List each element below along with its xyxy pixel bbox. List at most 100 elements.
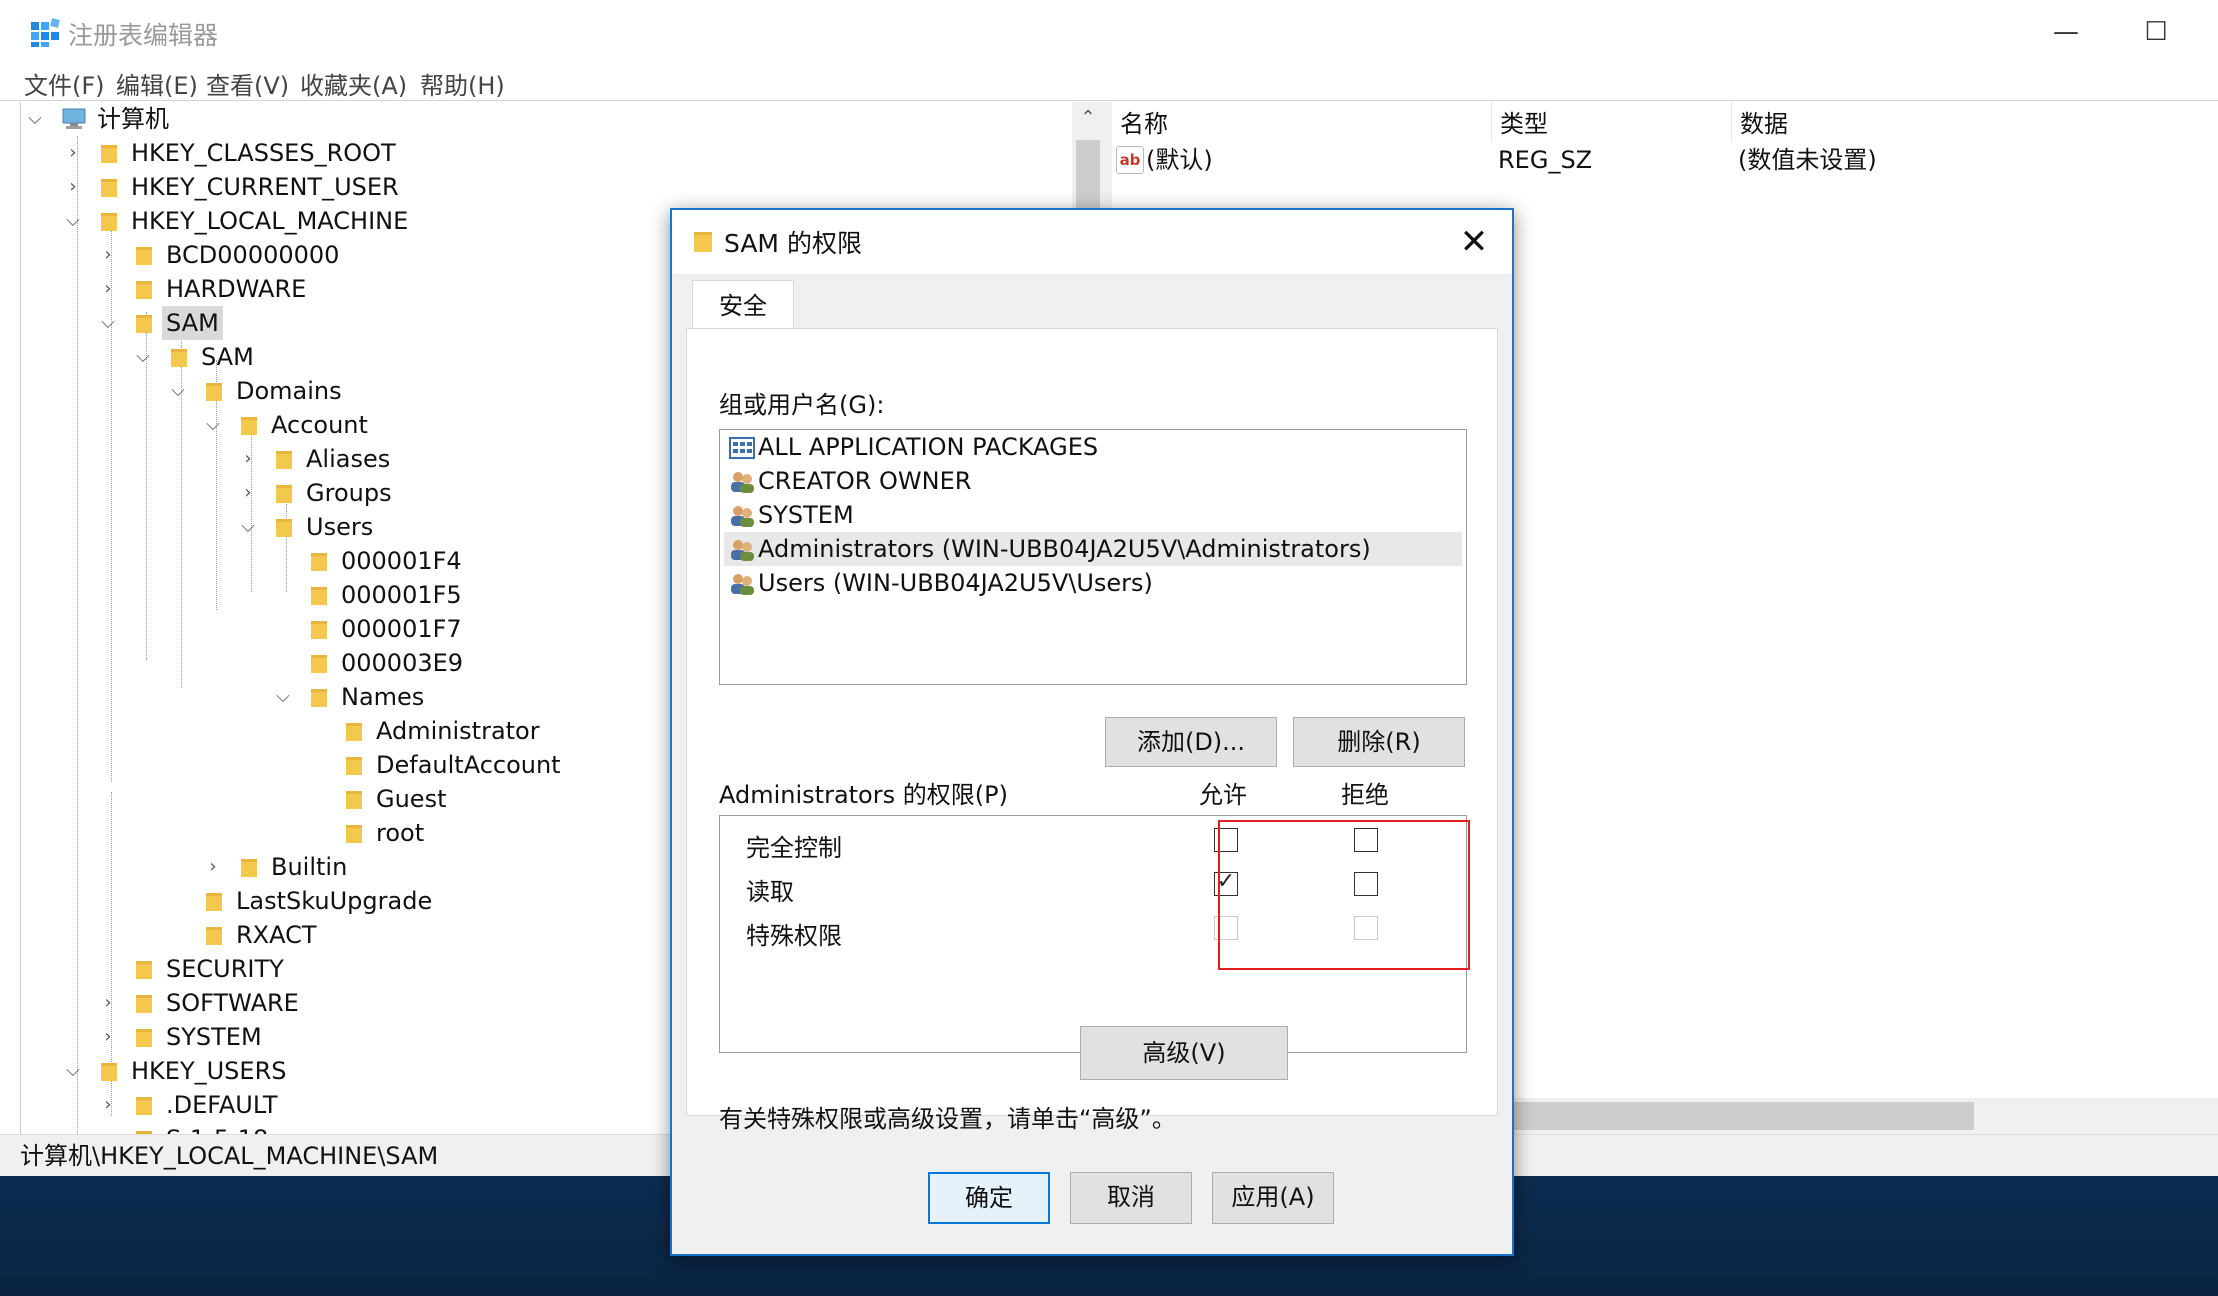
permission-name: 读取 (746, 878, 794, 906)
tree-item-label: Account (271, 411, 368, 439)
folder-icon (276, 451, 292, 469)
folder-icon (101, 145, 117, 163)
chevron-down-icon[interactable]: ⌵ (63, 204, 83, 238)
menu-view[interactable]: 查看(V) (206, 66, 289, 101)
folder-icon (101, 179, 117, 197)
minimize-button[interactable]: — (2036, 12, 2096, 52)
chevron-right-icon[interactable]: › (238, 476, 258, 510)
cancel-button[interactable]: 取消 (1070, 1172, 1192, 1224)
window-title: 注册表编辑器 (68, 21, 219, 50)
folder-icon (241, 859, 257, 877)
tree-item-label: 计算机 (97, 105, 169, 133)
folder-icon (206, 927, 222, 945)
group-user-label: 组或用户名(G): (719, 391, 885, 419)
list-item[interactable]: CREATOR OWNER (724, 464, 1462, 498)
chevron-right-icon[interactable]: › (98, 272, 118, 306)
list-item[interactable]: Users (WIN-UBB04JA2U5V\Users) (724, 566, 1462, 600)
chevron-right-icon[interactable]: › (98, 1122, 118, 1134)
column-header-type[interactable]: 类型 (1492, 102, 1732, 142)
scrollbar-thumb[interactable] (1076, 140, 1100, 210)
users-group-icon (731, 540, 754, 561)
menu-bar: 文件(F) 编辑(E) 查看(V) 收藏夹(A) 帮助(H) (0, 66, 2218, 100)
folder-icon (101, 1063, 117, 1081)
tree-item-label: SOFTWARE (166, 989, 299, 1017)
tree-item-label: Guest (376, 785, 447, 813)
string-value-icon: ab (1116, 146, 1144, 174)
tree-item-label: Administrator (376, 717, 540, 745)
folder-icon (136, 281, 152, 299)
tree-guide (286, 504, 287, 592)
chevron-down-icon[interactable]: ⌵ (238, 510, 258, 544)
chevron-right-icon[interactable]: › (203, 850, 223, 884)
advanced-hint: 有关特殊权限或高级设置，请单击“高级”。 (719, 1105, 1176, 1133)
tree-item-label: DefaultAccount (376, 751, 561, 779)
column-header-name[interactable]: 名称 (1112, 102, 1492, 142)
chevron-right-icon[interactable]: › (98, 1020, 118, 1054)
apply-button[interactable]: 应用(A) (1212, 1172, 1334, 1224)
tree-item-label: HKEY_USERS (131, 1057, 287, 1085)
folder-icon (276, 485, 292, 503)
tree-item-label: RXACT (236, 921, 317, 949)
users-group-icon (731, 574, 754, 595)
chevron-down-icon[interactable]: ⌵ (168, 374, 188, 408)
chevron-right-icon[interactable]: › (98, 1088, 118, 1122)
app-packages-icon (729, 437, 755, 459)
scrollbar-thumb[interactable] (1504, 1102, 1974, 1130)
tree-item-label: S-1-5-18 (166, 1122, 268, 1134)
tree-item-label: 000001F5 (341, 581, 462, 609)
tree-item-label: Names (341, 683, 425, 711)
folder-icon (206, 893, 222, 911)
maximize-button[interactable]: ☐ (2126, 12, 2186, 52)
menu-help[interactable]: 帮助(H) (420, 66, 505, 101)
tree-item-label: HKEY_CURRENT_USER (131, 173, 399, 201)
permissions-list: 完全控制 读取 特殊权限 ✓ (719, 815, 1470, 1053)
folder-icon (136, 995, 152, 1013)
list-item[interactable]: ALL APPLICATION PACKAGES (724, 430, 1462, 464)
list-horizontal-scrollbar[interactable] (1504, 1098, 2218, 1134)
user-group-list[interactable]: ALL APPLICATION PACKAGES CREATOR OWNER S… (719, 429, 1467, 685)
chevron-right-icon[interactable]: › (63, 136, 83, 170)
close-button[interactable]: ✕ (1450, 218, 1498, 266)
tree-item-label: Users (306, 513, 374, 541)
folder-icon (346, 825, 362, 843)
tab-security[interactable]: 安全 (692, 280, 794, 329)
folder-icon (694, 232, 712, 252)
scroll-up-arrow-icon[interactable]: ⌃ (1072, 102, 1104, 134)
column-header-data[interactable]: 数据 (1732, 102, 2218, 142)
deny-header: 拒绝 (1341, 781, 1389, 809)
tree-item-label: Groups (306, 479, 392, 507)
chevron-down-icon[interactable]: ⌵ (273, 680, 293, 714)
chevron-down-icon[interactable]: ⌵ (98, 306, 118, 340)
chevron-down-icon[interactable]: ⌵ (133, 340, 153, 374)
tree-item-label: HKEY_CLASSES_ROOT (131, 139, 396, 167)
tree-item-label: HARDWARE (166, 275, 307, 303)
highlight-annotation (1218, 820, 1470, 970)
list-item[interactable]: SYSTEM (724, 498, 1462, 532)
chevron-down-icon[interactable]: ⌵ (25, 102, 45, 136)
chevron-down-icon[interactable]: ⌵ (63, 1054, 83, 1088)
advanced-button[interactable]: 高级(V) (1080, 1026, 1288, 1080)
security-tab-panel: 组或用户名(G): ALL APPLICATION PACKAGES CREAT… (686, 328, 1498, 1133)
add-button[interactable]: 添加(D)... (1105, 717, 1277, 767)
chevron-right-icon[interactable]: › (238, 442, 258, 476)
remove-button[interactable]: 删除(R) (1293, 717, 1465, 767)
menu-file[interactable]: 文件(F) (24, 66, 105, 101)
chevron-right-icon[interactable]: › (98, 238, 118, 272)
chevron-right-icon[interactable]: › (98, 986, 118, 1020)
menu-favorites[interactable]: 收藏夹(A) (300, 66, 407, 101)
chevron-down-icon[interactable]: ⌵ (203, 408, 223, 442)
dialog-title: SAM 的权限 (724, 229, 862, 258)
value-name[interactable]: (默认) (1146, 142, 1213, 178)
menu-edit[interactable]: 编辑(E) (116, 66, 198, 101)
title-bar: 注册表编辑器 — ☐ (0, 0, 2218, 66)
user-name: CREATOR OWNER (758, 467, 972, 495)
user-name: Administrators (WIN-UBB04JA2U5V\Administ… (758, 535, 1371, 563)
tree-item-label: .DEFAULT (166, 1091, 278, 1119)
value-type: REG_SZ (1498, 146, 1593, 174)
computer-icon (62, 108, 86, 129)
chevron-right-icon[interactable]: › (63, 170, 83, 204)
list-item-selected[interactable]: Administrators (WIN-UBB04JA2U5V\Administ… (724, 532, 1462, 566)
folder-icon (136, 1097, 152, 1115)
ok-button[interactable]: 确定 (928, 1172, 1050, 1224)
folder-icon (311, 553, 327, 571)
